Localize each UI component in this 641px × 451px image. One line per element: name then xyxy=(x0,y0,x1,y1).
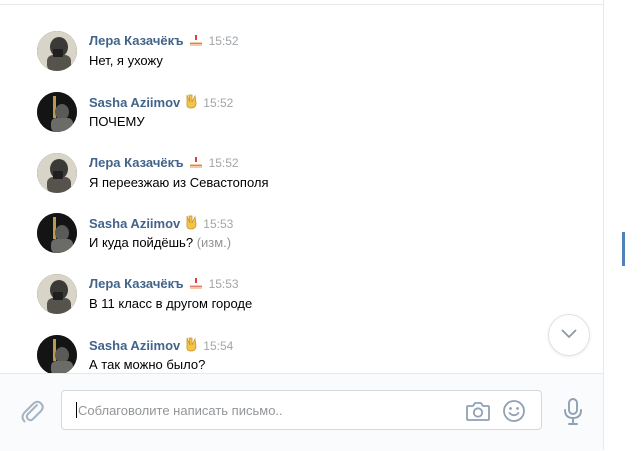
message-text: А так можно было? xyxy=(89,357,205,372)
message-time[interactable]: 15:52 xyxy=(209,156,239,170)
avatar-sasha[interactable] xyxy=(37,335,77,375)
message-body: В 11 класс в другом городе xyxy=(89,296,253,311)
avatar-sasha[interactable] xyxy=(37,92,77,132)
message-text: Я переезжаю из Севастополя xyxy=(89,175,269,190)
message-author[interactable]: Лера Казачёкъ xyxy=(89,33,184,48)
avatar-lera[interactable] xyxy=(37,31,77,71)
camera-icon[interactable] xyxy=(465,400,491,422)
avatar-lera[interactable] xyxy=(37,274,77,314)
cake-icon xyxy=(189,34,203,50)
victory-hand-icon xyxy=(185,94,197,112)
message-item: Sasha Aziimov 15:53 И куда пойдёшь? (изм.… xyxy=(37,213,577,261)
message-body: Нет, я ухожу xyxy=(89,53,163,68)
message-author[interactable]: Sasha Aziimov xyxy=(89,338,180,353)
message-item: Sasha Aziimov 15:52 ПОЧЕМУ xyxy=(37,92,577,140)
message-text: Нет, я ухожу xyxy=(89,53,163,68)
message-body: Я переезжаю из Севастополя xyxy=(89,175,269,190)
active-indicator xyxy=(622,232,625,266)
message-body: А так можно было? xyxy=(89,357,206,372)
message-author[interactable]: Лера Казачёкъ xyxy=(89,276,184,291)
chevron-down-icon xyxy=(561,329,577,338)
message-text: И куда пойдёшь? (изм.) xyxy=(89,235,231,250)
message-text: В 11 класс в другом городе xyxy=(89,296,252,311)
message-time[interactable]: 15:52 xyxy=(203,96,233,110)
right-sidebar-gutter xyxy=(604,0,641,450)
message-time[interactable]: 15:54 xyxy=(203,339,233,353)
scroll-to-bottom-button[interactable] xyxy=(548,314,590,356)
smile-icon[interactable] xyxy=(502,399,526,423)
message-body: ПОЧЕМУ xyxy=(89,114,145,129)
edited-marker[interactable]: (изм.) xyxy=(193,235,231,250)
avatar-sasha[interactable] xyxy=(37,213,77,253)
message-author[interactable]: Sasha Aziimov xyxy=(89,95,180,110)
victory-hand-icon xyxy=(185,337,197,355)
message-item: Лера Казачёкъ 15:53 В 11 класс в другом г… xyxy=(37,274,577,322)
message-author[interactable]: Sasha Aziimov xyxy=(89,216,180,231)
message-time[interactable]: 15:52 xyxy=(209,34,239,48)
message-composer: Соблаговолите написать письмо.. xyxy=(0,373,603,451)
message-time[interactable]: 15:53 xyxy=(209,277,239,291)
message-author[interactable]: Лера Казачёкъ xyxy=(89,155,184,170)
message-input[interactable]: Соблаговолите написать письмо.. xyxy=(61,390,542,430)
message-item: Лера Казачёкъ 15:52 Я переезжаю из Севаст… xyxy=(37,153,577,201)
chat-panel: Лера Казачёкъ 15:52 Нет, я ухожу Sasha Az… xyxy=(0,0,604,451)
avatar-lera[interactable] xyxy=(37,153,77,193)
message-text: ПОЧЕМУ xyxy=(89,114,145,129)
cake-icon xyxy=(189,277,203,293)
paperclip-icon[interactable] xyxy=(20,398,44,426)
victory-hand-icon xyxy=(185,215,197,233)
message-input-placeholder: Соблаговолите написать письмо.. xyxy=(78,403,283,418)
message-time[interactable]: 15:53 xyxy=(203,217,233,231)
microphone-icon[interactable] xyxy=(562,397,584,427)
cake-icon xyxy=(189,156,203,172)
message-body: И куда пойдёшь? xyxy=(89,235,194,250)
text-caret xyxy=(76,402,77,418)
chat-top-divider xyxy=(0,0,603,5)
message-item: Лера Казачёкъ 15:52 Нет, я ухожу xyxy=(37,31,577,79)
